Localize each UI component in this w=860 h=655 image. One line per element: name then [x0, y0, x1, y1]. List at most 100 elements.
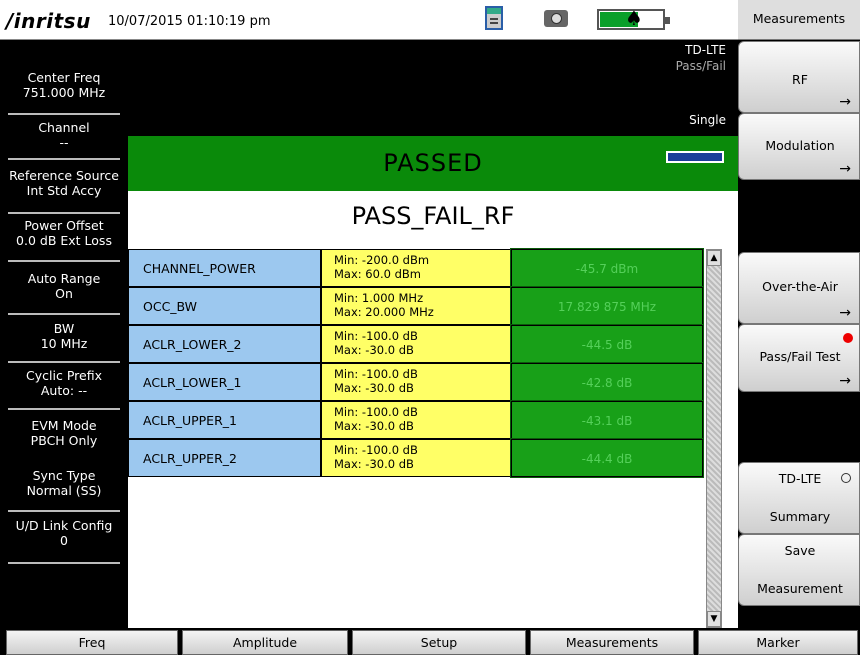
tab-amplitude[interactable]: Amplitude — [182, 630, 348, 655]
submenu-arrow-icon: → — [839, 305, 851, 321]
max-limit: Max: -30.0 dB — [334, 457, 414, 471]
divider — [8, 113, 120, 115]
param-value: 751.000 MHz — [22, 85, 106, 100]
param-value: Auto: -- — [40, 383, 88, 398]
battery-terminal — [665, 17, 670, 24]
limits-cell: Min: -100.0 dB Max: -30.0 dB — [321, 439, 511, 477]
vertical-scrollbar[interactable]: ▲ ▼ — [706, 249, 722, 628]
measurement-display: TD-LTE Pass/Fail Single PASSED PASS_FAIL… — [128, 40, 738, 628]
limits-cell: Min: 1.000 MHz Max: 20.000 MHz — [321, 287, 511, 325]
min-limit: Min: -200.0 dBm — [334, 253, 430, 267]
param-label: Center Freq — [27, 70, 101, 85]
param-channel: Channel -- — [0, 120, 128, 160]
pass-fail-test-label: Pass/Fail Test — [759, 349, 841, 364]
param-label: Auto Range — [27, 271, 101, 286]
status-bar: /inritsu 10/07/2015 01:10:19 pm ♠ — [0, 0, 738, 40]
pass-fail-test-button[interactable]: Pass/Fail Test → — [738, 324, 860, 392]
table-header: PASS_FAIL_RF — [128, 191, 738, 243]
result-value-cell: 17.829 875 MHz — [510, 286, 704, 326]
param-value: 10 MHz — [40, 336, 88, 351]
param-value: Normal (SS) — [26, 483, 102, 498]
tab-measurements[interactable]: Measurements — [530, 630, 694, 655]
divider — [8, 361, 120, 363]
divider — [8, 158, 120, 160]
modulation-label: Modulation — [765, 138, 835, 153]
submenu-arrow-icon: → — [839, 373, 851, 389]
result-value-cell: -42.8 dB — [510, 362, 704, 402]
battery-icon: ♠ — [597, 7, 670, 30]
datetime-display: 10/07/2015 01:10:19 pm — [108, 14, 271, 29]
param-bw: BW 10 MHz — [0, 321, 128, 363]
save-measurement-button[interactable]: Save Measurement — [738, 534, 860, 606]
save-label: Save — [784, 543, 816, 558]
test-name-cell: ACLR_LOWER_2 — [128, 325, 321, 363]
result-value-cell: -44.5 dB — [510, 324, 704, 364]
main-menu-bar: Freq Amplitude Setup Measurements Marker — [0, 628, 860, 655]
tdlte-summary-button[interactable]: TD-LTE Summary — [738, 462, 860, 534]
limits-cell: Min: -100.0 dB Max: -30.0 dB — [321, 401, 511, 439]
rf-label: RF — [792, 72, 808, 87]
table-row[interactable]: ACLR_UPPER_1 Min: -100.0 dB Max: -30.0 dB… — [128, 400, 704, 440]
tab-freq[interactable]: Freq — [6, 630, 178, 655]
param-value: On — [55, 286, 73, 301]
mode-label: TD-LTE — [685, 43, 726, 57]
divider — [8, 212, 120, 214]
active-indicator-icon — [843, 333, 853, 343]
measurement-label: Measurement — [757, 581, 843, 596]
tab-setup[interactable]: Setup — [352, 630, 526, 655]
divider — [8, 408, 120, 410]
divider — [8, 562, 120, 564]
softkey-menu-title: Measurements — [738, 0, 860, 40]
table-row[interactable]: ACLR_LOWER_1 Min: -100.0 dB Max: -30.0 dB… — [128, 362, 704, 402]
brand-logo: /inritsu — [6, 9, 91, 33]
param-ud-link-config: U/D Link Config 0 — [0, 518, 128, 564]
test-name-cell: ACLR_UPPER_1 — [128, 401, 321, 439]
param-label: BW — [53, 321, 75, 336]
test-name-cell: ACLR_LOWER_1 — [128, 363, 321, 401]
limits-cell: Min: -100.0 dB Max: -30.0 dB — [321, 325, 511, 363]
tdlte-label: TD-LTE — [778, 471, 822, 486]
divider — [8, 510, 120, 512]
param-label: U/D Link Config — [15, 518, 113, 533]
test-name-cell: ACLR_UPPER_2 — [128, 439, 321, 477]
param-value: 0 — [60, 533, 68, 548]
save-icon[interactable] — [485, 6, 503, 30]
tab-marker[interactable]: Marker — [698, 630, 858, 655]
status-indicator-bar — [666, 151, 724, 163]
param-reference-source: Reference Source Int Std Accy — [0, 168, 128, 214]
min-limit: Min: -100.0 dB — [334, 329, 418, 343]
limits-cell: Min: -100.0 dB Max: -30.0 dB — [321, 363, 511, 401]
table-title: PASS_FAIL_RF — [351, 202, 515, 230]
min-limit: Min: -100.0 dB — [334, 443, 418, 457]
divider — [8, 260, 120, 262]
param-value: Int Std Accy — [26, 183, 102, 198]
camera-icon[interactable] — [544, 10, 568, 27]
max-limit: Max: -30.0 dB — [334, 419, 414, 433]
rf-button[interactable]: RF → — [738, 41, 860, 113]
param-value: 0.0 dB Ext Loss — [16, 233, 112, 248]
modulation-button[interactable]: Modulation → — [738, 113, 860, 180]
submenu-arrow-icon: → — [839, 94, 851, 110]
table-row[interactable]: ACLR_LOWER_2 Min: -100.0 dB Max: -30.0 dB… — [128, 324, 704, 364]
divider — [8, 313, 120, 315]
min-limit: Min: -100.0 dB — [334, 367, 418, 381]
param-label: Power Offset — [24, 218, 104, 233]
submenu-arrow-icon: → — [839, 161, 851, 177]
table-row[interactable]: ACLR_UPPER_2 Min: -100.0 dB Max: -30.0 dB… — [128, 438, 704, 478]
param-label: EVM Mode — [31, 418, 97, 433]
param-auto-range: Auto Range On — [0, 271, 128, 315]
scroll-down-icon[interactable]: ▼ — [707, 611, 721, 627]
param-sync-type: Sync Type Normal (SS) — [0, 468, 128, 512]
over-the-air-label: Over-the-Air — [762, 279, 838, 294]
softkey-panel: Measurements RF → Modulation → Over-the-… — [738, 0, 860, 628]
param-label: Cyclic Prefix — [26, 368, 102, 383]
table-row[interactable]: OCC_BW Min: 1.000 MHz Max: 20.000 MHz 17.… — [128, 286, 704, 326]
limits-cell: Min: -200.0 dBm Max: 60.0 dBm — [321, 249, 511, 287]
max-limit: Max: 60.0 dBm — [334, 267, 421, 281]
max-limit: Max: 20.000 MHz — [334, 305, 434, 319]
table-row[interactable]: CHANNEL_POWER Min: -200.0 dBm Max: 60.0 d… — [128, 248, 704, 288]
max-limit: Max: -30.0 dB — [334, 343, 414, 357]
scroll-up-icon[interactable]: ▲ — [707, 250, 721, 266]
over-the-air-button[interactable]: Over-the-Air → — [738, 252, 860, 324]
mode-indicator: TD-LTE Pass/Fail — [676, 42, 726, 74]
